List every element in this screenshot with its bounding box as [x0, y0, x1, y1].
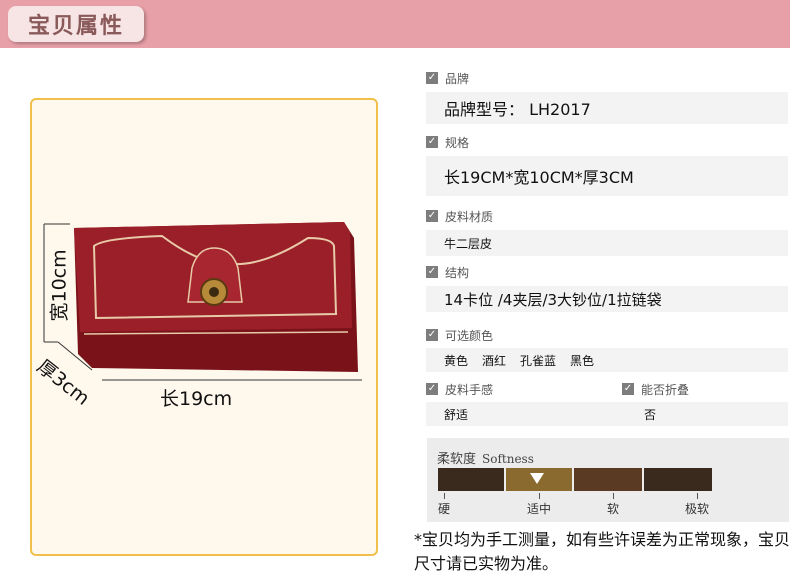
material-label: 皮料材质 — [445, 209, 494, 224]
brand-value: 品牌型号： LH2017 — [426, 92, 788, 124]
checkbox-icon: ✓ — [426, 383, 438, 395]
feel-fold-row: 舒适 否 — [426, 402, 788, 426]
softness-tick — [539, 493, 540, 499]
section-title: 宝贝属性 — [8, 6, 144, 42]
softness-level-label: 适中 — [527, 502, 552, 516]
color-option: 黄色 — [444, 353, 469, 368]
feel-label: 皮料手感 — [445, 382, 494, 397]
wallet-image — [43, 222, 362, 381]
color-option: 酒红 — [482, 353, 507, 368]
softness-level-label: 硬 — [438, 502, 451, 516]
colors-value: 黄色 酒红 孔雀蓝 黑色 — [426, 348, 788, 372]
foldable-value: 否 — [644, 407, 657, 422]
softness-marker-icon — [530, 473, 544, 484]
structure-section: ✓ 结构 — [426, 262, 469, 282]
feel-value: 舒适 — [444, 407, 469, 422]
color-option: 孔雀蓝 — [520, 353, 557, 368]
structure-label: 结构 — [445, 265, 470, 280]
foldable-label: 能否折叠 — [641, 382, 690, 397]
checkbox-icon: ✓ — [426, 136, 438, 148]
softness-panel: 柔软度 Softness 硬 适中 软 极软 — [427, 438, 789, 522]
width-label: 长19cm — [160, 388, 233, 410]
checkbox-icon: ✓ — [426, 266, 438, 278]
softness-level-label: 极软 — [685, 502, 710, 516]
header-bar: 宝贝属性 — [0, 0, 790, 48]
measurement-note: *宝贝均为手工测量，如有些许误差为正常现象，宝贝尺寸请已实物为准。 — [414, 530, 790, 573]
softness-tick — [444, 493, 445, 499]
wallet-clasp-center — [209, 287, 219, 297]
softness-level-label: 软 — [607, 502, 620, 516]
color-option: 黑色 — [570, 353, 595, 368]
size-value: 长19CM*宽10CM*厚3CM — [426, 156, 788, 196]
colors-label: 可选颜色 — [445, 328, 494, 343]
colors-section: ✓ 可选颜色 — [426, 325, 493, 345]
foldable-section: ✓ 能否折叠 — [622, 379, 689, 399]
checkbox-icon: ✓ — [426, 210, 438, 222]
softness-tick — [697, 493, 698, 499]
checkbox-icon: ✓ — [426, 329, 438, 341]
softness-title: 柔软度 Softness — [437, 452, 534, 467]
brand-section: ✓ 品牌 — [426, 68, 469, 88]
feel-section: ✓ 皮料手感 — [426, 379, 493, 399]
structure-value: 14卡位 /4夹层/3大钞位/1拉链袋 — [426, 286, 788, 312]
softness-level-bar — [574, 468, 642, 491]
softness-tick — [613, 493, 614, 499]
softness-level-bar — [438, 468, 504, 491]
height-label: 宽10cm — [48, 249, 71, 322]
checkbox-icon: ✓ — [622, 383, 634, 395]
size-section: ✓ 规格 — [426, 132, 469, 152]
checkbox-icon: ✓ — [426, 72, 438, 84]
softness-level-bar — [644, 468, 712, 491]
material-section: ✓ 皮料材质 — [426, 206, 493, 226]
brand-label: 品牌 — [445, 71, 470, 86]
size-label: 规格 — [445, 135, 470, 150]
material-value: 牛二层皮 — [426, 230, 788, 256]
